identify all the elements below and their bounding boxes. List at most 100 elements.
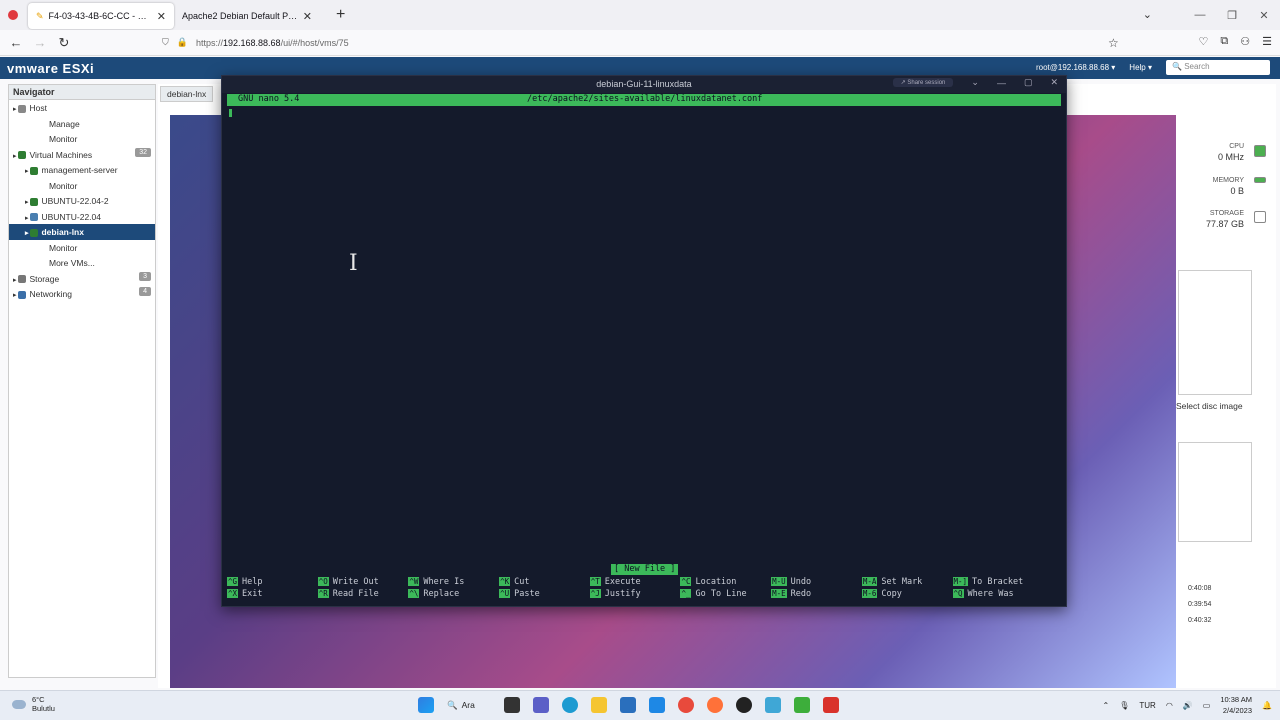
sidebar-item-label: debian-lnx bbox=[41, 227, 84, 237]
language-indicator[interactable]: TUR bbox=[1139, 701, 1155, 710]
shortcut-label: Undo bbox=[790, 577, 812, 587]
list-all-tabs-icon[interactable]: ⌄ bbox=[1143, 8, 1152, 21]
close-tab-icon[interactable]: ✕ bbox=[303, 10, 312, 23]
shortcut-label: Justify bbox=[604, 589, 641, 599]
nano-shortcut: ^K Cut bbox=[499, 576, 590, 588]
navigator-title: Navigator bbox=[9, 85, 155, 100]
console-dropdown-icon[interactable]: ⌄ bbox=[971, 77, 979, 88]
extensions-icon[interactable]: ⧉ bbox=[1220, 35, 1228, 48]
node-icon bbox=[30, 213, 39, 222]
temperature: 6°C bbox=[32, 695, 45, 704]
nano-shortcut: ^G Help bbox=[227, 576, 318, 588]
nano-shortcut: M-A Set Mark bbox=[861, 576, 953, 588]
sidebar-item-manage[interactable]: Manage bbox=[9, 116, 155, 132]
count-badge: 32 bbox=[135, 147, 151, 157]
sidebar-item-management-server[interactable]: ▸ management-server bbox=[9, 162, 155, 178]
nano-shortcut: ^C Location bbox=[680, 576, 771, 588]
shortcut-key: M-E bbox=[771, 589, 787, 598]
reload-icon[interactable]: ↻ bbox=[52, 35, 76, 51]
minimize-icon[interactable]: — bbox=[1184, 9, 1216, 21]
sidebar-item-more-vms[interactable]: More VMs... bbox=[9, 255, 155, 271]
share-session-button[interactable]: ↗ Share session bbox=[892, 78, 954, 87]
pocket-icon[interactable]: ♡ bbox=[1199, 35, 1209, 48]
notifications-icon[interactable]: 🔔 bbox=[1262, 701, 1272, 710]
battery-icon[interactable]: ▭ bbox=[1203, 701, 1211, 710]
vmware-esxi-logo: vmware ESXi bbox=[7, 60, 95, 76]
volume-icon[interactable]: 🔊 bbox=[1183, 701, 1193, 710]
sidebar-item-storage[interactable]: ▸ Storage 3 bbox=[9, 271, 155, 287]
nano-title-bar: GNU nano 5.4 /etc/apache2/sites-availabl… bbox=[227, 94, 1061, 106]
microphone-icon[interactable]: 🎙 bbox=[1119, 701, 1129, 710]
shortcut-label: Read File bbox=[332, 589, 379, 599]
sidebar-item-networking[interactable]: ▸ Networking 4 bbox=[9, 286, 155, 302]
account-icon[interactable]: ⚇ bbox=[1240, 35, 1250, 48]
close-window-icon[interactable]: ✕ bbox=[1248, 9, 1280, 22]
task-view-icon[interactable] bbox=[504, 697, 520, 713]
camtasia-red-icon[interactable] bbox=[823, 697, 839, 713]
weather-widget[interactable]: 6°C Bulutlu bbox=[12, 695, 55, 713]
sidebar-item-ubuntu-22-04[interactable]: ▸ UBUNTU-22.04 bbox=[9, 209, 155, 225]
new-tab-button[interactable]: + bbox=[336, 6, 345, 24]
wifi-icon[interactable]: ◠ bbox=[1166, 701, 1173, 710]
sidebar-item-monitor[interactable]: Monitor bbox=[9, 240, 155, 256]
menu-icon[interactable]: ☰ bbox=[1262, 35, 1272, 48]
close-tab-icon[interactable]: ✕ bbox=[157, 10, 166, 23]
shortcut-key: ^_ bbox=[680, 589, 692, 598]
mail-icon[interactable] bbox=[649, 697, 665, 713]
sidebar-item-label: Networking bbox=[29, 289, 72, 299]
shortcut-key: M-6 bbox=[861, 589, 878, 598]
console-close-icon[interactable]: ✕ bbox=[1050, 77, 1058, 88]
task-time: 0:40:32 bbox=[1188, 617, 1212, 624]
sidebar-item-virtual-machines[interactable]: ▸ Virtual Machines 32 bbox=[9, 147, 155, 163]
task-time: 0:40:08 bbox=[1188, 585, 1212, 592]
shield-icon[interactable]: ⛉ bbox=[162, 37, 169, 48]
show-hidden-icons-icon[interactable]: ⌃ bbox=[1103, 701, 1110, 710]
firefox-taskbar-icon[interactable] bbox=[707, 697, 723, 713]
storage-stat: STORAGE 77.87 GB bbox=[1205, 210, 1244, 229]
start-icon[interactable] bbox=[418, 697, 434, 713]
teams-chat-icon[interactable] bbox=[533, 697, 549, 713]
esxi-search-input[interactable]: 🔍 Search bbox=[1166, 60, 1270, 75]
sidebar-item-monitor[interactable]: Monitor bbox=[9, 178, 155, 194]
browser-tab-apache[interactable]: Apache2 Debian Default Page: It wo ✕ bbox=[174, 3, 320, 29]
nano-shortcut: ^J Justify bbox=[589, 588, 681, 600]
clock[interactable]: 10:38 AM 2/4/2023 bbox=[1220, 694, 1252, 716]
forward-icon[interactable]: → bbox=[28, 35, 52, 50]
console-title: debian-Gui-11-linuxdata bbox=[596, 79, 692, 89]
browser-tab-esxi[interactable]: ✎ F4-03-43-4B-6C-CC - VMware E ✕ bbox=[28, 3, 174, 29]
shortcut-label: Where Is bbox=[423, 577, 465, 587]
restore-icon[interactable]: ❐ bbox=[1216, 9, 1248, 22]
chrome-icon[interactable] bbox=[678, 697, 694, 713]
url-bar[interactable]: ⛉ 🔒 https://192.168.88.68/ui/#/host/vms/… bbox=[162, 37, 349, 48]
sidebar-item-monitor[interactable]: Monitor bbox=[9, 131, 155, 147]
remote-console-window[interactable]: debian-Gui-11-linuxdata ↗ Share session … bbox=[221, 75, 1067, 607]
shortcut-label: Execute bbox=[604, 577, 641, 587]
tab-debian-lnx[interactable]: debian-lnx bbox=[160, 86, 214, 102]
shortcut-key: ^K bbox=[499, 577, 511, 586]
store-icon[interactable] bbox=[620, 697, 636, 713]
sidebar-item-debian-lnx[interactable]: ▸ debian-lnx bbox=[9, 224, 155, 240]
sidebar-item-ubuntu-22-04-2[interactable]: ▸ UBUNTU-22.04-2 bbox=[9, 193, 155, 209]
tab-title: F4-03-43-4B-6C-CC - VMware E bbox=[48, 11, 152, 21]
file-explorer-icon[interactable] bbox=[591, 697, 607, 713]
nano-shortcut: ^\ Replace bbox=[408, 588, 499, 600]
memory-stat: MEMORY 0 B bbox=[1212, 177, 1244, 196]
back-icon[interactable]: ← bbox=[4, 35, 28, 50]
camtasia-green-icon[interactable] bbox=[794, 697, 810, 713]
obs-icon[interactable] bbox=[736, 697, 752, 713]
taskbar-search[interactable]: 🔍 Ara bbox=[447, 700, 491, 711]
url-host: 192.168.88.68 bbox=[223, 37, 281, 48]
user-menu[interactable]: root@192.168.88.68 ▾ bbox=[1036, 63, 1115, 72]
lock-icon[interactable]: 🔒 bbox=[177, 37, 188, 48]
help-menu[interactable]: Help ▾ bbox=[1129, 63, 1152, 72]
firefox-icon[interactable] bbox=[8, 10, 18, 20]
node-icon bbox=[30, 197, 39, 206]
console-maximize-icon[interactable]: ▢ bbox=[1024, 77, 1033, 88]
node-icon bbox=[18, 104, 27, 113]
edge-icon[interactable] bbox=[562, 697, 578, 713]
bookmark-star-icon[interactable]: ☆ bbox=[1108, 36, 1119, 50]
notepad-icon[interactable] bbox=[765, 697, 781, 713]
console-minimize-icon[interactable]: — bbox=[997, 78, 1006, 88]
sidebar-item-host[interactable]: ▸ Host bbox=[9, 100, 155, 116]
select-disc-image-link[interactable]: Select disc image bbox=[1176, 401, 1243, 411]
